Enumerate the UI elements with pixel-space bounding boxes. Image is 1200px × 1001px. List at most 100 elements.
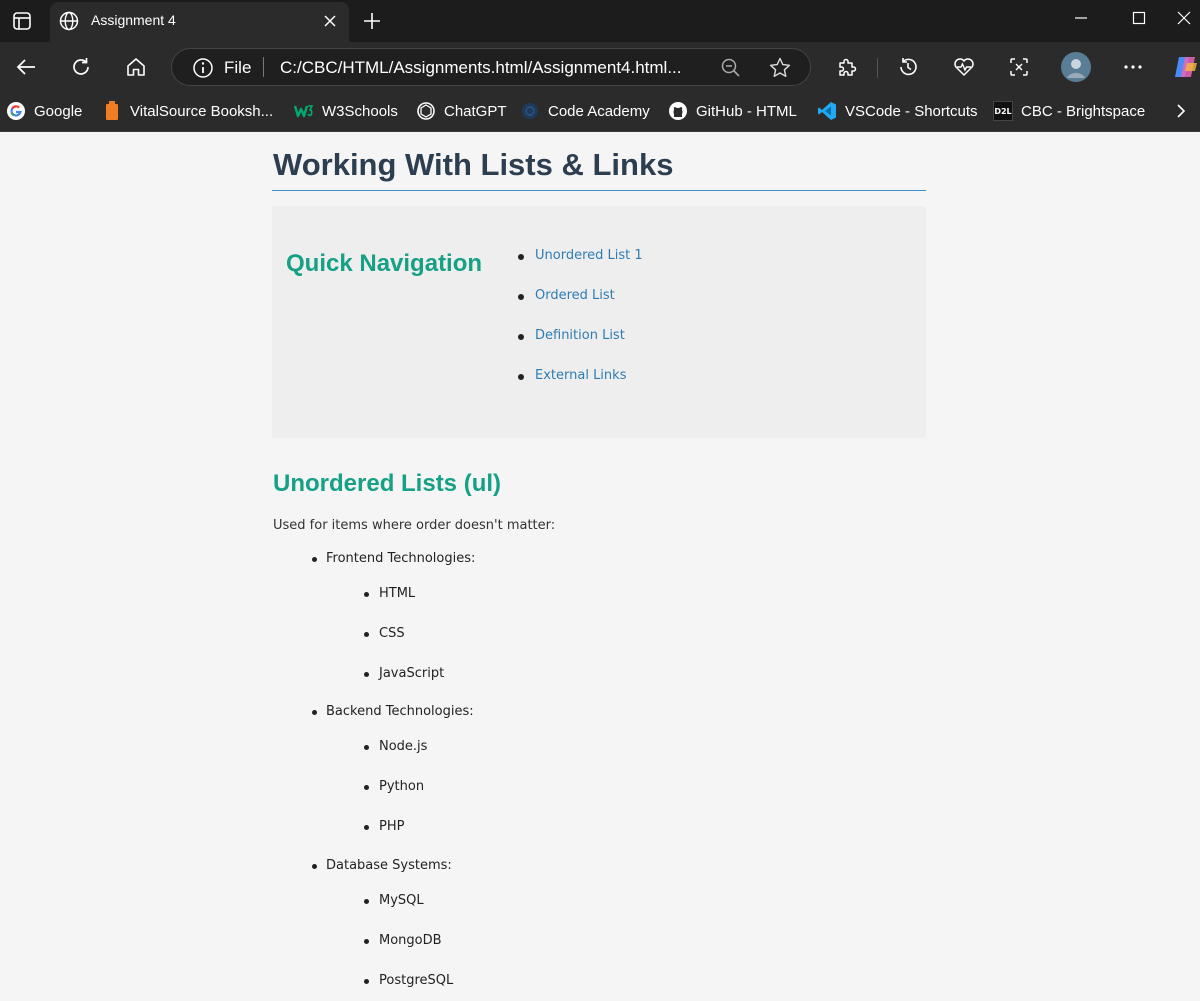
database-list: MySQL MongoDB PostgreSQL — [363, 893, 453, 1001]
backend-list: Node.js Python PHP — [364, 739, 474, 859]
zoom-out-icon[interactable] — [720, 57, 742, 79]
profile-button[interactable] — [1058, 50, 1094, 84]
history-button[interactable] — [891, 51, 925, 83]
list-item: Unordered List 1 — [518, 248, 643, 288]
bookmark-label: W3Schools — [322, 102, 398, 120]
bookmark-label: Code Academy — [548, 102, 650, 120]
bookmark-label: VitalSource Booksh... — [130, 102, 274, 120]
puzzle-icon — [839, 58, 857, 76]
copilot-button[interactable] — [1172, 51, 1200, 83]
avatar-icon — [1061, 52, 1091, 82]
new-tab-button[interactable] — [359, 8, 385, 34]
nav-link-definition-list[interactable]: Definition List — [535, 328, 625, 343]
list-item: Definition List — [518, 328, 643, 368]
google-icon — [6, 101, 26, 121]
nav-link-unordered-list[interactable]: Unordered List 1 — [535, 248, 643, 263]
vscode-icon — [817, 101, 837, 121]
browser-essentials-button[interactable] — [947, 51, 981, 83]
address-scheme: File — [224, 58, 252, 77]
list-item: HTML — [363, 586, 475, 626]
address-bar[interactable]: File C:/CBC/HTML/Assignments.html/Assign… — [171, 48, 811, 86]
bookmark-codeacademy[interactable]: Code Academy — [520, 100, 650, 122]
d2l-icon: D2L — [993, 101, 1013, 121]
tab-actions-icon — [13, 12, 31, 30]
more-bookmarks-button[interactable] — [1170, 100, 1192, 122]
page-title: Working With Lists & Links — [273, 147, 674, 182]
bookmark-brightspace[interactable]: D2L CBC - Brightspace — [993, 100, 1145, 122]
toolbar-divider — [877, 58, 878, 78]
bookmark-github[interactable]: GitHub - HTML — [668, 100, 797, 122]
bookmark-label: ChatGPT — [444, 102, 507, 120]
group-label: Database Systems: — [311, 858, 452, 873]
chatgpt-icon — [416, 101, 436, 121]
page-content: Working With Lists & Links Quick Navigat… — [0, 133, 1200, 1001]
maximize-button[interactable] — [1119, 4, 1159, 32]
active-tab[interactable]: Assignment 4 — [50, 2, 349, 42]
close-tab-button[interactable] — [320, 11, 340, 31]
tab-bar: Assignment 4 — [0, 0, 1200, 42]
bookmark-label: GitHub - HTML — [696, 102, 797, 120]
tab-actions-button[interactable] — [0, 0, 44, 42]
bookmark-w3schools[interactable]: W3Schools — [294, 100, 398, 122]
back-button[interactable] — [9, 51, 43, 83]
close-window-icon — [1177, 11, 1191, 25]
frontend-list: HTML CSS JavaScript — [363, 586, 475, 706]
list-item: PHP — [364, 819, 474, 859]
github-icon — [668, 101, 688, 121]
favorite-star-icon[interactable] — [768, 56, 792, 80]
maximize-icon — [1132, 11, 1146, 25]
minimize-icon — [1075, 17, 1087, 19]
quick-navigation-title: Quick Navigation — [286, 250, 483, 277]
bookmark-label: Google — [34, 102, 83, 120]
home-button[interactable] — [119, 51, 153, 83]
nav-link-ordered-list[interactable]: Ordered List — [535, 288, 615, 303]
refresh-button[interactable] — [64, 51, 98, 83]
address-separator — [263, 57, 264, 77]
home-icon — [127, 58, 145, 76]
refresh-icon — [73, 58, 89, 75]
bookmark-google[interactable]: Google — [6, 100, 82, 122]
bookmark-chatgpt[interactable]: ChatGPT — [416, 100, 507, 122]
bookmark-label: CBC - Brightspace — [1021, 102, 1146, 120]
extensions-button[interactable] — [830, 51, 864, 83]
info-icon[interactable] — [192, 57, 214, 79]
list-item: Ordered List — [518, 288, 643, 328]
quick-navigation-list: Unordered List 1 Ordered List Definition… — [518, 248, 643, 408]
list-item: JavaScript — [363, 666, 475, 706]
list-item: Node.js — [364, 739, 474, 779]
backend-group: Backend Technologies: Node.js Python PHP — [312, 704, 474, 859]
quick-navigation-box: Quick Navigation Unordered List 1 Ordere… — [272, 206, 926, 438]
nav-link-external-links[interactable]: External Links — [535, 368, 626, 383]
list-item: MongoDB — [363, 933, 453, 973]
unordered-lists-description: Used for items where order doesn't matte… — [273, 518, 556, 533]
close-window-button[interactable] — [1168, 4, 1200, 32]
chevron-right-icon — [1177, 104, 1186, 118]
bookmark-vscode[interactable]: VSCode - Shortcuts — [817, 100, 978, 122]
ellipsis-icon — [1124, 65, 1142, 69]
tab-title: Assignment 4 — [91, 12, 176, 28]
w3schools-icon — [294, 101, 314, 121]
bookmark-label: VSCode - Shortcuts — [845, 102, 978, 120]
screenshot-icon — [1010, 58, 1028, 76]
screenshot-button[interactable] — [1002, 51, 1036, 83]
address-url[interactable]: C:/CBC/HTML/Assignments.html/Assignment4… — [280, 58, 682, 78]
list-item: External Links — [518, 368, 643, 408]
close-icon — [324, 15, 336, 27]
back-arrow-icon — [16, 59, 35, 75]
browser-toolbar: File C:/CBC/HTML/Assignments.html/Assign… — [0, 42, 1200, 92]
heart-pulse-icon — [954, 58, 974, 76]
history-icon — [900, 58, 917, 76]
group-label: Backend Technologies: — [312, 704, 474, 719]
bookmark-vitalsource[interactable]: VitalSource Booksh... — [102, 100, 273, 122]
list-item: MySQL — [363, 893, 453, 933]
bookmarks-bar: Google VitalSource Booksh... W3Schools C… — [0, 92, 1200, 132]
frontend-group: Frontend Technologies: HTML CSS JavaScri… — [311, 551, 475, 706]
globe-icon — [59, 11, 79, 31]
list-item: Python — [364, 779, 474, 819]
more-options-button[interactable] — [1116, 51, 1150, 83]
minimize-button[interactable] — [1061, 4, 1101, 32]
database-group: Database Systems: MySQL MongoDB PostgreS… — [311, 858, 453, 1001]
plus-icon — [364, 13, 380, 29]
title-divider — [272, 190, 926, 191]
list-item: CSS — [363, 626, 475, 666]
